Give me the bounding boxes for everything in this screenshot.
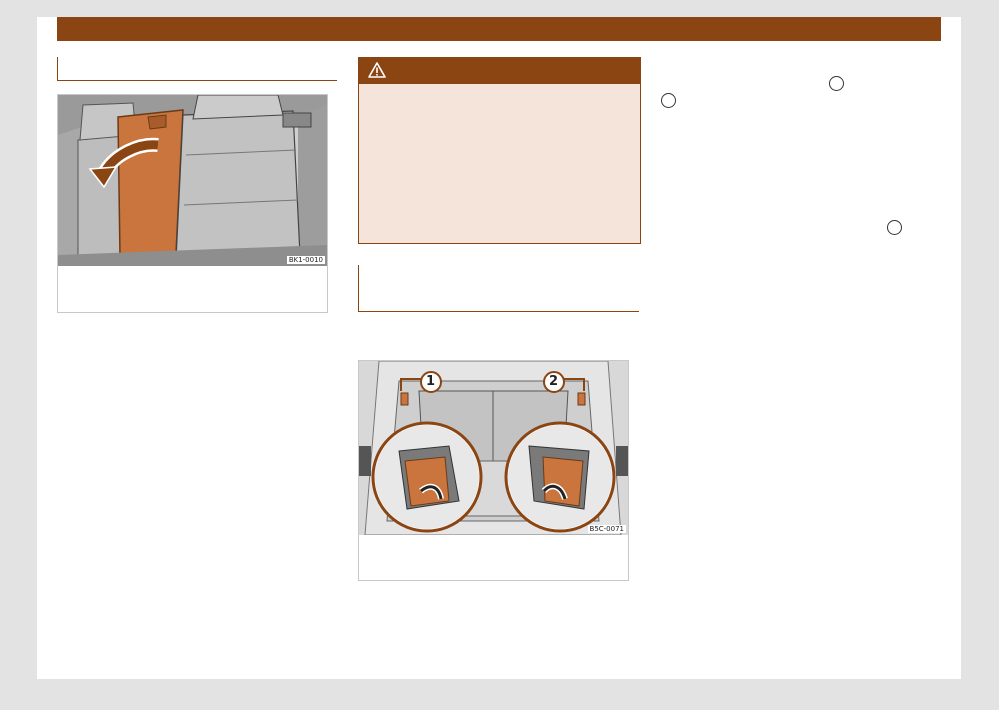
warning-triangle-icon bbox=[367, 61, 387, 83]
luggage-release-illustration: 1 2 B5C-0071 bbox=[359, 361, 628, 535]
figure-code: BK1-0010 bbox=[286, 256, 325, 264]
figure-luggage-compartment: 1 2 B5C-0071 bbox=[358, 360, 629, 581]
figure-code: B5C-0071 bbox=[587, 525, 626, 533]
warning-header bbox=[359, 58, 640, 84]
inline-ref-circle bbox=[887, 220, 902, 235]
section-heading-rule bbox=[57, 80, 337, 81]
inline-ref-circle bbox=[829, 76, 844, 91]
callout-2: 2 bbox=[549, 374, 559, 389]
manual-page: BK1-0010 1 2 B5C-0071 bbox=[37, 17, 961, 679]
inline-ref-circle bbox=[661, 93, 676, 108]
chapter-header-bar bbox=[57, 17, 941, 41]
figure-rear-seat: BK1-0010 bbox=[57, 94, 328, 313]
section-heading-marker bbox=[358, 265, 359, 312]
section-heading-rule bbox=[358, 311, 639, 312]
rear-seat-illustration: BK1-0010 bbox=[58, 95, 327, 266]
warning-box bbox=[358, 57, 641, 244]
section-heading-marker bbox=[57, 57, 58, 81]
callout-1: 1 bbox=[426, 374, 436, 389]
